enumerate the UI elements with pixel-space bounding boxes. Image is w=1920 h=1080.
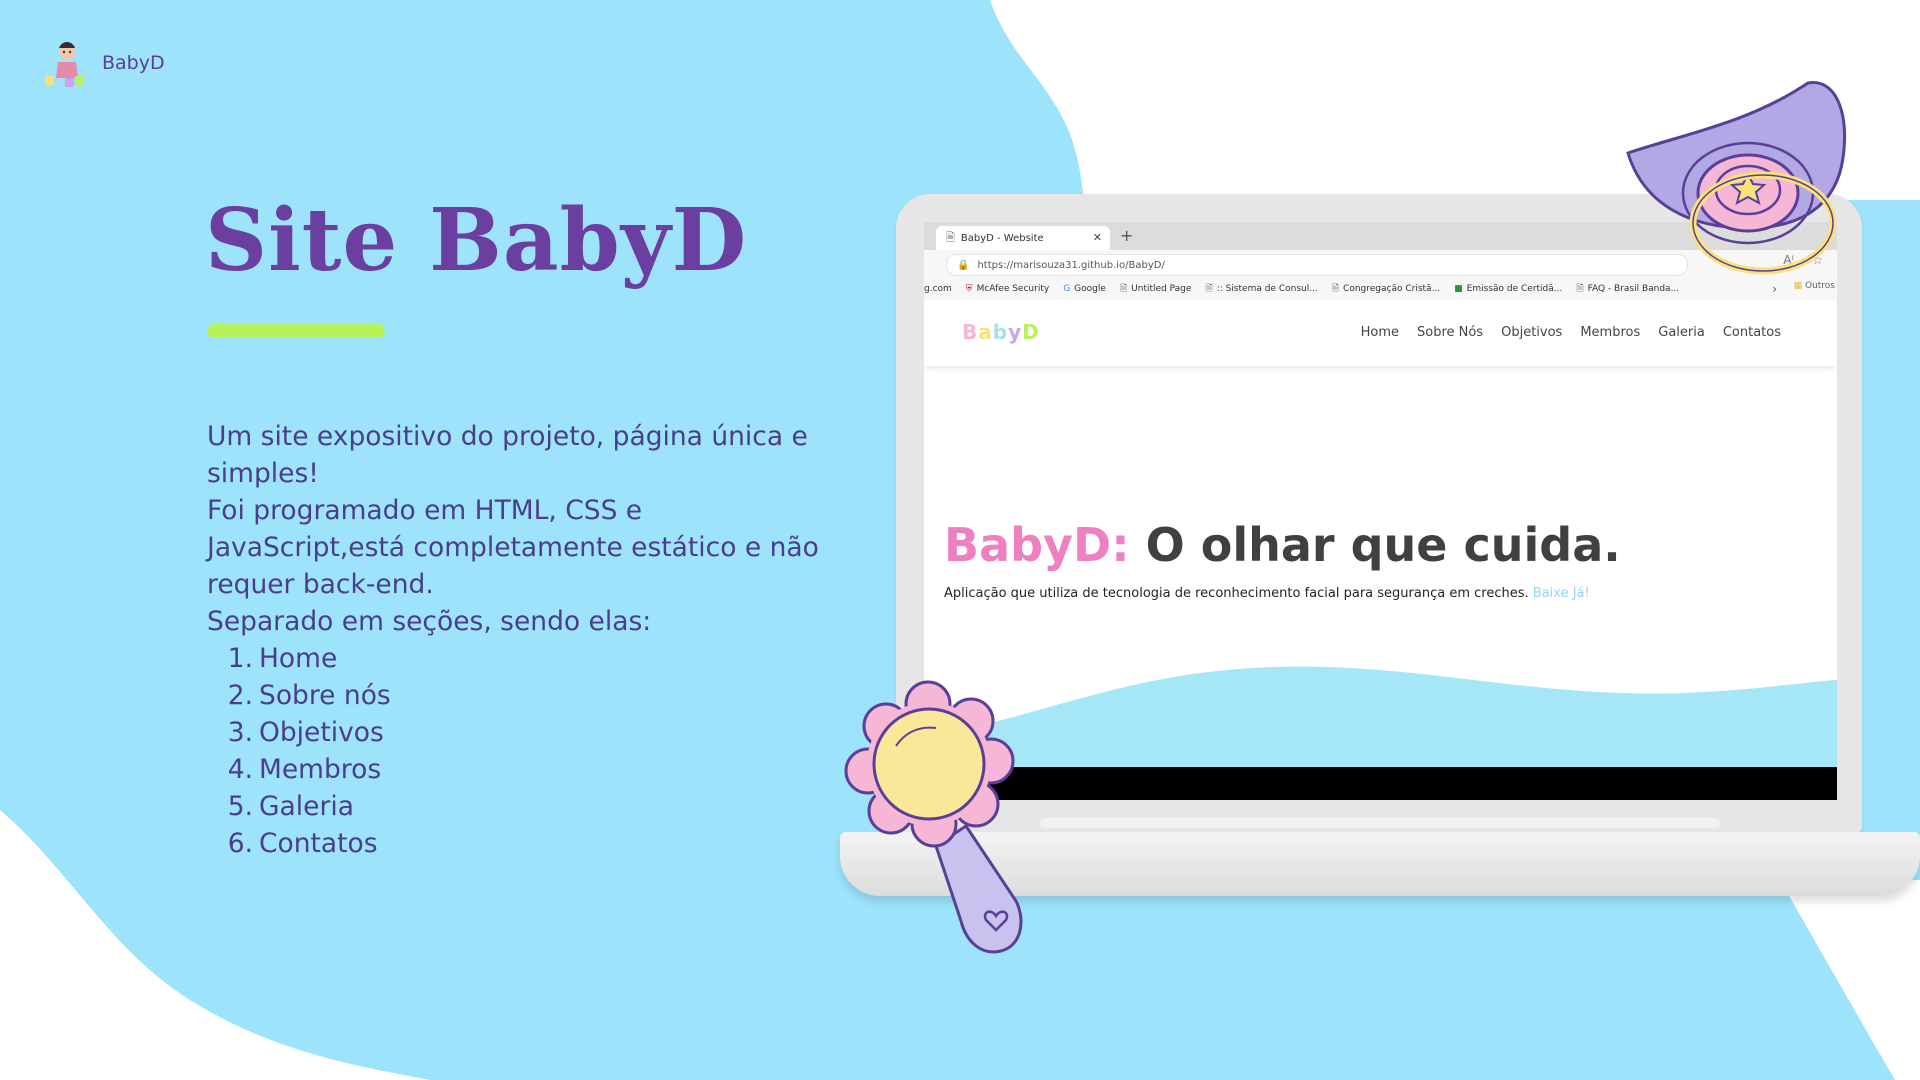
browser-tab[interactable]: 🗎 BabyD - Website ✕ — [936, 226, 1110, 250]
nav-membros[interactable]: Membros — [1580, 325, 1640, 340]
bookmark-folder[interactable]: ▦ Outros — [1794, 281, 1835, 291]
logo-letter: B — [962, 320, 979, 344]
bookmark-label: Google — [1074, 284, 1106, 294]
bookmark-item[interactable]: 🗎 Congregação Cristã... — [1332, 281, 1440, 297]
intro-line-1: Um site expositivo do projeto, página ún… — [207, 421, 808, 489]
page-icon: 🗎 — [1119, 284, 1128, 294]
page-icon: 🗎 — [1205, 284, 1213, 294]
new-tab-icon[interactable]: + — [1120, 226, 1133, 245]
chevron-right-icon[interactable]: › — [1772, 282, 1777, 296]
laptop-hinge — [1040, 818, 1720, 828]
nav-contatos[interactable]: Contatos — [1723, 325, 1781, 340]
list-number: 3. — [227, 717, 253, 748]
laptop-screen: 🗎 BabyD - Website ✕ + 🔒 https://marisouz… — [924, 222, 1837, 800]
nav-home[interactable]: Home — [1361, 325, 1399, 340]
list-label: Home — [259, 643, 338, 674]
bookmark-label: McAfee Security — [976, 284, 1050, 294]
hero-tagline: O olhar que cuida. — [1129, 518, 1621, 572]
list-label: Galeria — [259, 791, 354, 822]
bookmark-label: Congregação Cristã... — [1343, 284, 1441, 294]
slide-title: Site BabyD — [205, 190, 748, 291]
lock-icon: 🔒 — [957, 259, 970, 271]
address-bar[interactable]: 🔒 https://marisouza31.github.io/BabyD/ — [946, 254, 1688, 276]
bookmark-label: g.com — [924, 284, 952, 294]
title-underline — [207, 324, 385, 338]
list-item: 3. Objetivos — [207, 714, 827, 751]
bookmark-item[interactable]: 🗎 FAQ - Brasil Banda... — [1576, 281, 1679, 297]
bookmark-item[interactable]: g.com — [924, 284, 952, 294]
site-logo[interactable]: BabyD — [962, 320, 1040, 344]
bookmark-item[interactable]: G Google — [1063, 284, 1106, 294]
bookmark-item[interactable]: ■ Emissão de Certidã... — [1454, 284, 1562, 294]
bookmark-item[interactable]: 🗎:: Sistema de Consul... — [1205, 281, 1317, 297]
slide-body: Um site expositivo do projeto, página ún… — [207, 418, 827, 862]
list-label: Contatos — [259, 828, 378, 859]
google-icon: G — [1063, 284, 1071, 294]
download-link[interactable]: Baixe Já! — [1529, 586, 1590, 601]
baby-icon — [45, 42, 84, 87]
tab-title: BabyD - Website — [960, 232, 1044, 244]
bookmark-label: FAQ - Brasil Banda... — [1587, 284, 1680, 294]
list-item: 4. Membros — [207, 751, 827, 788]
pacifier-icon — [1626, 80, 1847, 275]
folder-label: Outros — [1804, 281, 1835, 291]
screen-bottom-bar — [924, 767, 1837, 800]
list-item: 2. Sobre nós — [207, 677, 827, 714]
list-item: 5. Galeria — [207, 788, 827, 825]
hero-wave — [924, 666, 1837, 772]
bookmark-item[interactable]: 🗎 Untitled Page — [1120, 281, 1192, 297]
hero-title: BabyD: O olhar que cuida. — [944, 518, 1621, 572]
brand-name: BabyD — [102, 52, 165, 74]
intro-line-3: Separado em seções, sendo elas: — [207, 606, 652, 637]
logo-letter: D — [1022, 320, 1040, 344]
list-item: 1. Home — [207, 640, 827, 677]
close-icon[interactable]: ✕ — [1093, 231, 1102, 244]
hero-subtitle: Aplicação que utiliza de tecnologia de r… — [944, 586, 1590, 601]
mcafee-icon: ⛨ — [965, 284, 973, 294]
sections-list: 1. Home 2. Sobre nós 3. Objetivos 4. Membros… — [207, 640, 827, 862]
nav-sobre-nos[interactable]: Sobre Nós — [1417, 325, 1483, 340]
site-navbar: BabyD Home Sobre Nós Objetivos Membros G… — [924, 300, 1837, 366]
intro-line-2: Foi programado em HTML, CSS e JavaScript… — [207, 495, 819, 600]
rattle-icon — [844, 680, 1023, 954]
list-label: Sobre nós — [259, 680, 391, 711]
bookmark-label: Untitled Page — [1131, 284, 1192, 294]
page-icon: 🗎 — [946, 230, 955, 244]
page-icon: 🗎 — [1331, 284, 1340, 294]
list-label: Membros — [259, 754, 382, 785]
list-number: 1. — [227, 643, 253, 674]
bookmark-label: :: Sistema de Consul... — [1216, 284, 1318, 294]
list-item: 6. Contatos — [207, 825, 827, 862]
bookmark-label: Emissão de Certidã... — [1466, 284, 1563, 294]
nav-objetivos[interactable]: Objetivos — [1501, 325, 1562, 340]
logo-letter: a — [978, 320, 993, 344]
page-icon: 🗎 — [1576, 284, 1584, 294]
list-number: 6. — [227, 828, 253, 859]
url-text: https://marisouza31.github.io/BabyD/ — [977, 259, 1165, 271]
list-number: 2. — [227, 680, 253, 711]
nav-galeria[interactable]: Galeria — [1658, 325, 1705, 340]
list-label: Objetivos — [259, 717, 384, 748]
brand: BabyD — [42, 38, 165, 88]
folder-icon: ▦ — [1793, 281, 1803, 291]
site-menu: Home Sobre Nós Objetivos Membros Galeria… — [1361, 325, 1781, 340]
bookmarks-bar: g.com ⛨ McAfee Security G Google 🗎 Untitled… — [924, 278, 1837, 301]
bookmark-item[interactable]: ⛨ McAfee Security — [966, 284, 1049, 294]
list-number: 4. — [227, 754, 253, 785]
logo-letter: b — [992, 320, 1009, 344]
flag-icon: ■ — [1454, 284, 1463, 294]
logo-letter: y — [1008, 320, 1023, 344]
hero-sub-text: Aplicação que utiliza de tecnologia de r… — [944, 586, 1529, 601]
hero-brand: BabyD: — [944, 518, 1130, 572]
list-number: 5. — [227, 791, 253, 822]
